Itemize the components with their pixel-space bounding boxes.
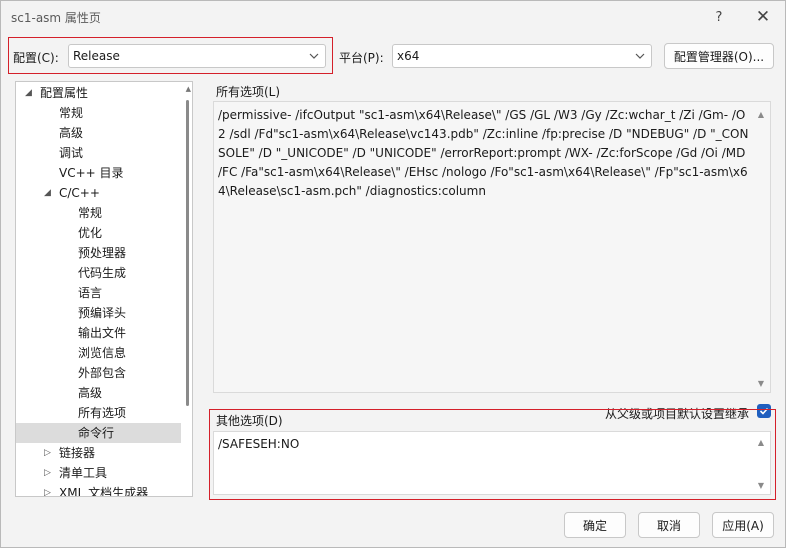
tree-item-label: 配置属性	[40, 86, 89, 100]
platform-select[interactable]: x64	[392, 44, 652, 68]
tree-item-label: 代码生成	[78, 266, 127, 280]
other-options-textbox[interactable]: /SAFESEH:NO ▲ ▼	[213, 431, 771, 495]
tree-item[interactable]: 高级	[16, 383, 181, 403]
tree-item[interactable]: 浏览信息	[16, 343, 181, 363]
tree-item[interactable]: 优化	[16, 223, 181, 243]
other-options-text: /SAFESEH:NO	[218, 437, 300, 451]
close-icon[interactable]: ✕	[748, 5, 778, 29]
tree-item-label: XML 文档生成器	[59, 486, 149, 497]
tree-item-label: 预编译头	[78, 306, 127, 320]
tree-item[interactable]: 语言	[16, 283, 181, 303]
tree-item-label: 外部包含	[78, 366, 127, 380]
tree-item[interactable]: 所有选项	[16, 403, 181, 423]
tree-item[interactable]: 高级	[16, 123, 181, 143]
tree-item[interactable]: 常规	[16, 203, 181, 223]
apply-button[interactable]: 应用(A)	[712, 512, 774, 538]
config-label: 配置(C):	[13, 51, 59, 65]
platform-label: 平台(P):	[339, 51, 384, 65]
scroll-down-icon[interactable]: ▼	[758, 379, 764, 388]
property-pages-dialog: sc1-asm 属性页 ? ✕ 配置(C): Release 平台(P): x6…	[0, 0, 786, 548]
tree-item[interactable]: 预编译头	[16, 303, 181, 323]
tree-item-label: 所有选项	[78, 406, 127, 420]
ok-button[interactable]: 确定	[564, 512, 626, 538]
tree-item-label: C/C++	[59, 186, 100, 200]
tree-item[interactable]: VC++ 目录	[16, 163, 181, 183]
tree-item[interactable]: ◢ 配置属性	[16, 83, 181, 103]
config-manager-button[interactable]: 配置管理器(O)...	[664, 43, 774, 69]
cancel-button[interactable]: 取消	[638, 512, 700, 538]
scroll-up-icon[interactable]: ▲	[758, 110, 764, 119]
tree-item[interactable]: 输出文件	[16, 323, 181, 343]
scroll-down-icon[interactable]: ▼	[758, 481, 764, 490]
all-options-textbox[interactable]: /permissive- /ifcOutput "sc1-asm\x64\Rel…	[213, 101, 771, 393]
tree-item[interactable]: 代码生成	[16, 263, 181, 283]
tree-item[interactable]: ▷ 链接器	[16, 443, 181, 463]
tree-item-label: 链接器	[59, 446, 96, 460]
tree-item-label: 优化	[78, 226, 103, 240]
platform-select-value: x64	[397, 49, 420, 63]
tree-item-label: 常规	[78, 206, 103, 220]
tree-scrollbar-thumb[interactable]	[186, 100, 189, 406]
tree-item[interactable]: 调试	[16, 143, 181, 163]
expand-arrow-icon[interactable]: ▷	[44, 483, 51, 496]
tree-item-label: 浏览信息	[78, 346, 127, 360]
tree-item[interactable]: 命令行	[16, 423, 181, 443]
tree-item-label: 语言	[78, 286, 103, 300]
config-select[interactable]: Release	[68, 44, 326, 68]
config-select-value: Release	[73, 49, 120, 63]
expand-arrow-icon[interactable]: ▷	[44, 443, 51, 463]
tree-item[interactable]: 预处理器	[16, 243, 181, 263]
tree-item-label: 高级	[78, 386, 103, 400]
expand-arrow-icon[interactable]: ▷	[44, 463, 51, 483]
tree-item-label: 高级	[59, 126, 84, 140]
property-tree[interactable]: ▲ ◢ 配置属性 常规 高级 调试 VC++ 目录 ◢ C/C++ 常规 优化 预处理器 代码生成 语言…	[15, 81, 193, 497]
chevron-down-icon	[309, 53, 319, 59]
collapse-arrow-icon[interactable]: ◢	[44, 183, 51, 203]
other-options-title: 其他选项(D)	[216, 414, 283, 428]
tree-item-label: 调试	[59, 146, 84, 160]
all-options-text: /permissive- /ifcOutput "sc1-asm\x64\Rel…	[218, 108, 750, 198]
tree-item-label: 输出文件	[78, 326, 127, 340]
tree-item[interactable]: ▷ XML 文档生成器	[16, 483, 181, 497]
tree-item-label: 预处理器	[78, 246, 127, 260]
tree-item[interactable]: 常规	[16, 103, 181, 123]
tree-item-label: 清单工具	[59, 466, 108, 480]
tree-item[interactable]: ◢ C/C++	[16, 183, 181, 203]
tree-item[interactable]: 外部包含	[16, 363, 181, 383]
help-icon[interactable]: ?	[704, 5, 734, 29]
checkmark-icon	[759, 407, 769, 415]
inherit-label: 从父级或项目默认设置继承	[605, 407, 750, 421]
chevron-down-icon	[635, 53, 645, 59]
tree-item-label: VC++ 目录	[59, 166, 124, 180]
tree-item[interactable]: ▷ 清单工具	[16, 463, 181, 483]
window-title: sc1-asm 属性页	[11, 11, 101, 25]
title-bar: sc1-asm 属性页 ? ✕	[1, 1, 785, 33]
scroll-up-icon[interactable]: ▲	[758, 438, 764, 447]
collapse-arrow-icon[interactable]: ◢	[25, 83, 32, 103]
inherit-checkbox[interactable]	[757, 404, 771, 418]
tree-item-label: 命令行	[78, 426, 115, 440]
all-options-title: 所有选项(L)	[216, 85, 281, 99]
scroll-up-icon[interactable]: ▲	[186, 85, 191, 93]
tree-item-label: 常规	[59, 106, 84, 120]
